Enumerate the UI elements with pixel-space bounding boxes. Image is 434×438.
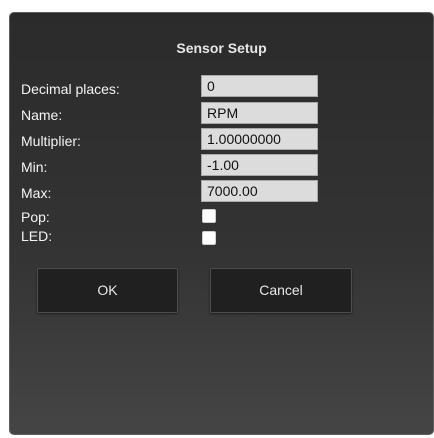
name-label: Name: bbox=[21, 107, 63, 123]
name-input[interactable] bbox=[201, 102, 318, 124]
min-label: Min: bbox=[21, 159, 48, 175]
max-input[interactable] bbox=[201, 180, 318, 202]
multiplier-input[interactable] bbox=[201, 128, 318, 150]
pop-label: Pop: bbox=[21, 209, 50, 225]
min-input[interactable] bbox=[201, 154, 318, 176]
led-checkbox[interactable] bbox=[202, 231, 216, 245]
led-label: LED: bbox=[21, 228, 53, 244]
decimal-places-input[interactable] bbox=[201, 75, 318, 97]
pop-checkbox[interactable] bbox=[202, 209, 216, 223]
ok-button[interactable]: OK bbox=[37, 268, 178, 313]
multiplier-label: Multiplier: bbox=[21, 133, 81, 149]
sensor-setup-dialog: Sensor Setup Decimal places: Name: Multi… bbox=[9, 12, 434, 435]
max-label: Max: bbox=[21, 185, 52, 201]
cancel-button[interactable]: Cancel bbox=[210, 268, 352, 313]
decimal-places-label: Decimal places: bbox=[21, 81, 120, 97]
dialog-title: Sensor Setup bbox=[176, 40, 267, 56]
